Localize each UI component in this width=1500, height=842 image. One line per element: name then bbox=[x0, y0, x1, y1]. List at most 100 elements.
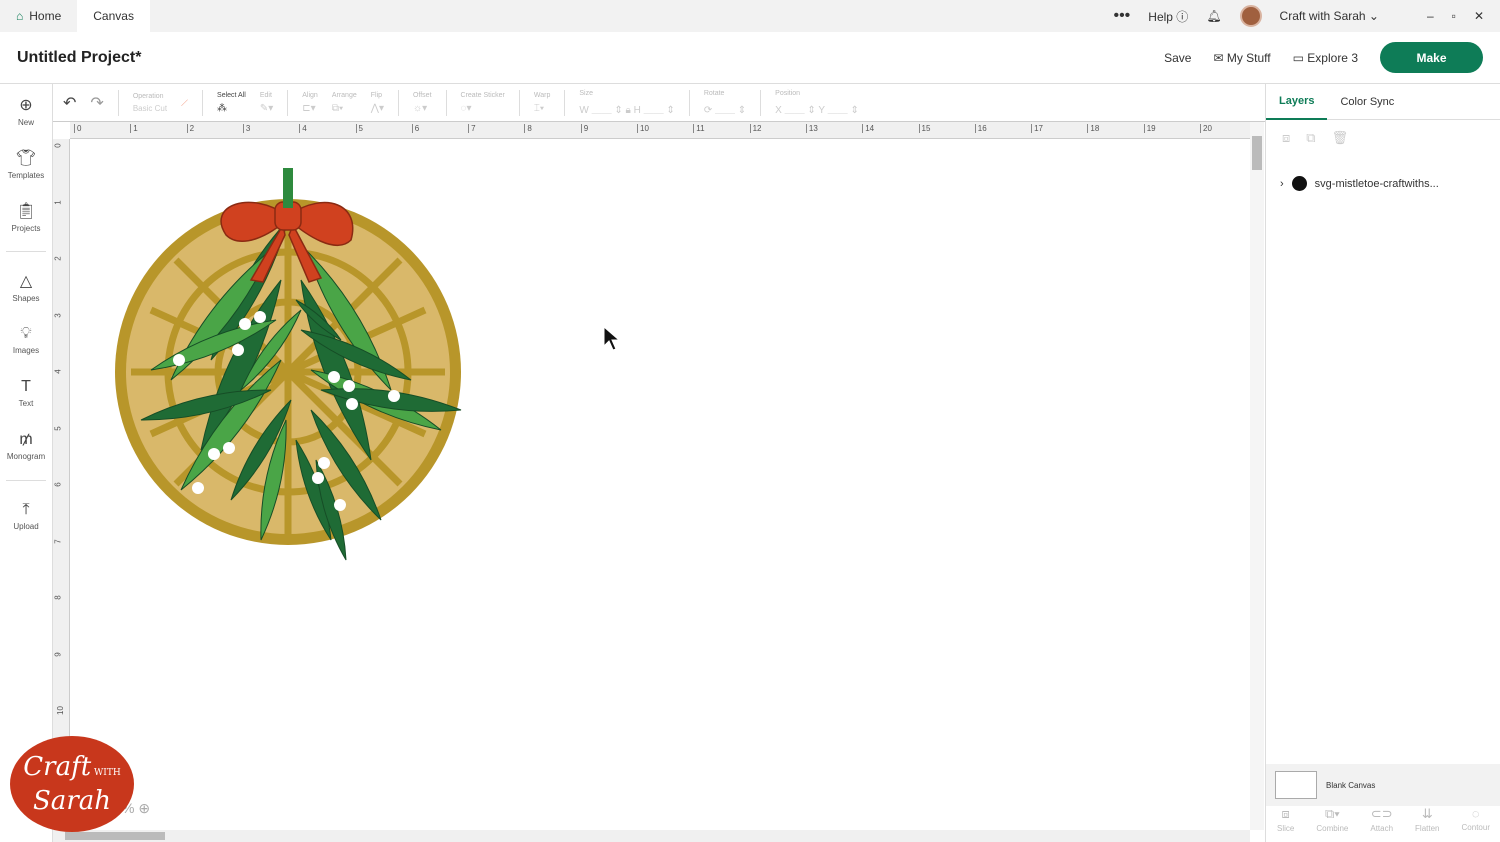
horizontal-scrollbar[interactable] bbox=[53, 830, 1250, 842]
offset-icon: ☼▾ bbox=[412, 102, 428, 114]
bell-icon[interactable]: 🔔︎ bbox=[1206, 9, 1221, 23]
sidebar-item-monogram[interactable]: ₥ Monogram bbox=[0, 419, 52, 472]
warp-icon: ⌶▾ bbox=[533, 102, 545, 114]
help-button[interactable]: Help ⓘ bbox=[1148, 8, 1188, 25]
scroll-thumb[interactable] bbox=[1252, 136, 1262, 170]
avatar[interactable] bbox=[1239, 5, 1262, 27]
tab-layers[interactable]: Layers bbox=[1266, 84, 1328, 120]
blank-canvas-row[interactable]: Blank Canvas bbox=[1266, 764, 1500, 806]
attach-icon: ⊂⊃ bbox=[1370, 806, 1393, 821]
offset-button[interactable]: Offset ☼▾ bbox=[413, 92, 432, 114]
sidebar-item-upload[interactable]: ⤒ Upload bbox=[0, 489, 52, 542]
group-icon[interactable]: ⧈ bbox=[1282, 130, 1290, 146]
slice-icon: ⧈ bbox=[1281, 806, 1290, 821]
text-icon: T bbox=[21, 377, 31, 395]
tab-home[interactable]: ⌂ Home bbox=[0, 0, 77, 32]
monogram-icon: ₥ bbox=[19, 430, 33, 448]
flatten-button[interactable]: ⇊ Flatten bbox=[1415, 806, 1439, 842]
make-button[interactable]: Make bbox=[1380, 42, 1483, 73]
ruler-tick: 4 bbox=[53, 369, 63, 374]
width-input[interactable]: ＿＿ ⇕ bbox=[592, 105, 623, 116]
my-stuff-button[interactable]: ✉ My Stuff bbox=[1213, 51, 1270, 65]
sidebar-item-templates[interactable]: 👕︎ Templates bbox=[0, 137, 52, 190]
sidebar-item-shapes[interactable]: △ Shapes bbox=[0, 260, 52, 313]
clipboard-icon: 📋︎ bbox=[15, 202, 37, 220]
berry bbox=[318, 457, 330, 469]
berry bbox=[334, 499, 346, 511]
plus-circle-icon: ⊕ bbox=[19, 96, 33, 114]
height-input[interactable]: ＿＿ ⇕ bbox=[644, 105, 675, 116]
ruler-tick: 14 bbox=[862, 124, 874, 133]
sidebar-item-images[interactable]: 💡︎ Images bbox=[0, 313, 52, 366]
ruler-tick: 8 bbox=[53, 595, 63, 600]
minimize-icon[interactable]: – bbox=[1427, 9, 1434, 23]
layer-row[interactable]: › svg-mistletoe-craftwiths... bbox=[1266, 176, 1500, 191]
operation-dropdown[interactable]: Operation Basic Cut bbox=[133, 93, 167, 113]
machine-button[interactable]: ▭ Explore 3 bbox=[1293, 51, 1358, 65]
flip-icon: ⋀▾ bbox=[370, 102, 384, 114]
layer-color-swatch bbox=[1291, 176, 1307, 191]
close-icon[interactable]: ✕ bbox=[1474, 9, 1484, 23]
ruler-tick: 0 bbox=[74, 124, 81, 133]
warp-button[interactable]: Warp ⌶▾ bbox=[534, 92, 550, 114]
ruler-tick: 3 bbox=[53, 312, 63, 318]
divider bbox=[760, 89, 762, 116]
duplicate-icon[interactable]: ⧉ bbox=[1306, 130, 1315, 146]
design-canvas[interactable] bbox=[71, 140, 1250, 830]
ruler-tick: 8 bbox=[524, 124, 532, 133]
chevron-right-icon[interactable]: › bbox=[1280, 178, 1284, 190]
canvas-swatch bbox=[1275, 771, 1317, 799]
zoom-in-icon[interactable]: ⊕ bbox=[138, 800, 150, 816]
craft-with-sarah-logo: Craft WITH Sarah bbox=[10, 736, 134, 832]
y-input[interactable]: ＿＿ ⇕ bbox=[828, 105, 859, 116]
vertical-ruler: 0 1 2 3 4 5 6 7 8 9 10 bbox=[53, 139, 70, 829]
scroll-thumb[interactable] bbox=[65, 832, 165, 840]
vertical-scrollbar[interactable] bbox=[1250, 122, 1264, 830]
sidebar-item-projects[interactable]: 📋︎ Projects bbox=[0, 190, 52, 243]
ruler-tick: 5 bbox=[355, 124, 363, 133]
create-sticker-button[interactable]: Create Sticker ◌▾ bbox=[461, 92, 505, 114]
horizontal-ruler: 0 1 2 3 4 5 6 7 8 9 10 11 12 13 14 15 16 17 18 19 20 bbox=[70, 122, 1250, 139]
edit-toolbar: ↶ ↷ Operation Basic Cut ／ Select All ⁂ Edi… bbox=[53, 84, 1265, 122]
align-button[interactable]: Align ⊏▾ bbox=[302, 92, 318, 114]
edit-button[interactable]: Edit ✎▾ bbox=[260, 92, 273, 114]
divider bbox=[117, 89, 119, 116]
bulb-icon: 💡︎ bbox=[20, 324, 32, 342]
divider bbox=[202, 89, 204, 116]
ruler-tick: 16 bbox=[974, 124, 987, 133]
flip-button[interactable]: Flip ⋀▾ bbox=[371, 92, 384, 114]
ruler-tick: 2 bbox=[186, 124, 194, 133]
divider bbox=[6, 251, 46, 252]
lock-icon[interactable]: 🔒︎ bbox=[626, 105, 631, 116]
ruler-tick: 15 bbox=[918, 124, 930, 133]
rotate-input[interactable]: ⟳ ＿＿ ⇕ bbox=[704, 101, 746, 116]
pen-color-icon[interactable]: ／ bbox=[181, 98, 188, 108]
save-button[interactable]: Save bbox=[1164, 51, 1191, 65]
trash-icon[interactable]: 🗑︎ bbox=[1332, 130, 1349, 146]
mistletoe-design[interactable] bbox=[111, 160, 531, 590]
combine-button[interactable]: ⧉▾ Combine bbox=[1316, 806, 1348, 842]
select-all-button[interactable]: Select All ⁂ bbox=[217, 92, 246, 114]
sidebar-item-text[interactable]: T Text bbox=[0, 366, 52, 419]
redo-icon[interactable]: ↷ bbox=[90, 93, 103, 113]
tab-color-sync[interactable]: Color Sync bbox=[1327, 84, 1407, 120]
ruler-tick: 1 bbox=[130, 124, 138, 133]
more-icon[interactable]: ••• bbox=[1113, 7, 1130, 25]
user-menu[interactable]: Craft with Sarah ⌄ bbox=[1280, 9, 1379, 23]
tab-canvas[interactable]: Canvas bbox=[77, 0, 150, 32]
restore-icon[interactable]: ▫ bbox=[1452, 9, 1456, 23]
sidebar-item-new[interactable]: ⊕ New bbox=[0, 84, 52, 137]
ruler-tick: 20 bbox=[1200, 124, 1212, 133]
x-input[interactable]: ＿＿ ⇕ bbox=[785, 105, 816, 116]
attach-button[interactable]: ⊂⊃ Attach bbox=[1370, 806, 1393, 842]
sticker-icon: ◌▾ bbox=[460, 102, 472, 114]
slice-button[interactable]: ⧈ Slice bbox=[1277, 806, 1294, 842]
contour-button[interactable]: ◌ Contour bbox=[1462, 806, 1490, 842]
arrange-button[interactable]: Arrange ⧉▾ bbox=[332, 92, 357, 114]
berry bbox=[346, 398, 358, 410]
ruler-tick: 7 bbox=[53, 538, 63, 544]
divider bbox=[6, 480, 46, 481]
ruler-tick: 13 bbox=[805, 124, 818, 133]
undo-icon[interactable]: ↶ bbox=[63, 93, 76, 113]
berry bbox=[208, 448, 220, 460]
